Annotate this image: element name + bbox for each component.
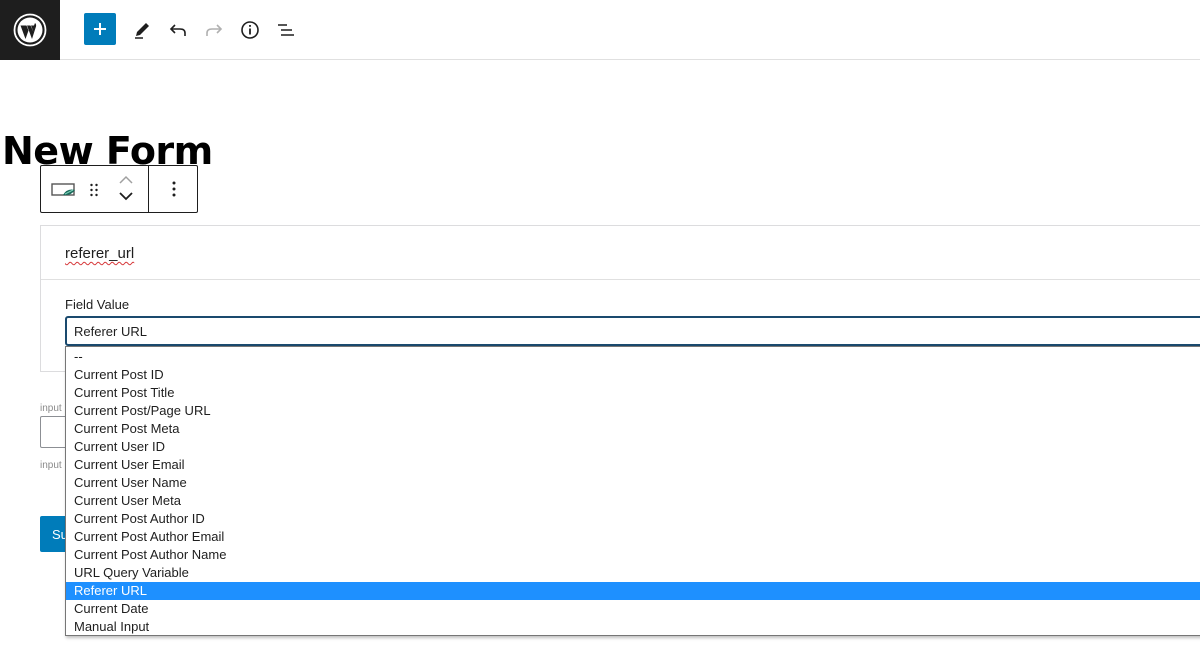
undo-button[interactable]	[160, 12, 196, 48]
dropdown-option[interactable]: URL Query Variable	[66, 564, 1200, 582]
dropdown-option[interactable]: Current Post Meta	[66, 420, 1200, 438]
dropdown-option[interactable]: Current Date	[66, 600, 1200, 618]
drag-handle-icon	[90, 183, 98, 197]
pencil-icon	[135, 23, 149, 39]
dropdown-option[interactable]: Current Post Author ID	[66, 510, 1200, 528]
details-button[interactable]	[232, 12, 268, 48]
form-block-icon	[51, 183, 75, 196]
block-type-button[interactable]	[51, 178, 77, 202]
tools-button[interactable]	[124, 12, 160, 48]
field-name-label: referer_url	[65, 245, 134, 262]
dropdown-option[interactable]: Current User Name	[66, 474, 1200, 492]
dropdown-option[interactable]: Current User ID	[66, 438, 1200, 456]
dropdown-option[interactable]: Current User Email	[66, 456, 1200, 474]
toolbar-divider	[148, 166, 149, 212]
add-block-button[interactable]	[84, 13, 116, 45]
chevron-up-icon[interactable]	[117, 174, 135, 186]
dropdown-option[interactable]: Manual Input	[66, 618, 1200, 636]
dropdown-option[interactable]: Current Post Title	[66, 384, 1200, 402]
info-icon	[241, 21, 259, 39]
wordpress-logo-icon	[13, 13, 47, 47]
block-options-button[interactable]	[159, 174, 189, 204]
block-toolbar	[40, 165, 198, 213]
dropdown-option[interactable]: Current Post/Page URL	[66, 402, 1200, 420]
field-name-text: referer_url	[65, 245, 135, 262]
editor-top-toolbar	[0, 0, 1200, 60]
list-view-icon	[278, 24, 294, 36]
dropdown-option[interactable]: Current Post ID	[66, 366, 1200, 384]
dropdown-option[interactable]: --	[66, 348, 1200, 366]
drag-handle[interactable]	[85, 178, 103, 202]
dropdown-option[interactable]: Current User Meta	[66, 492, 1200, 510]
more-vertical-icon	[172, 181, 176, 197]
input-label-top: input	[40, 403, 62, 414]
plus-icon	[94, 23, 106, 35]
dropdown-option[interactable]: Referer URL	[66, 582, 1200, 600]
undo-icon	[169, 24, 186, 36]
dropdown-option[interactable]: Current Post Author Name	[66, 546, 1200, 564]
redo-button[interactable]	[196, 12, 232, 48]
field-value-label: Field Value	[65, 297, 130, 312]
card-divider	[41, 279, 1200, 280]
chevron-down-icon[interactable]	[117, 190, 135, 202]
wordpress-logo-button[interactable]	[0, 0, 60, 60]
block-mover	[113, 172, 139, 208]
redo-icon	[206, 24, 223, 36]
input-label-bottom: input	[40, 460, 62, 471]
field-value-select[interactable]: Referer URL	[65, 316, 1200, 346]
dropdown-option[interactable]: Current Post Author Email	[66, 528, 1200, 546]
list-view-button[interactable]	[268, 12, 304, 48]
field-value-dropdown: -- Current Post ID Current Post Title Curre…	[65, 346, 1200, 636]
